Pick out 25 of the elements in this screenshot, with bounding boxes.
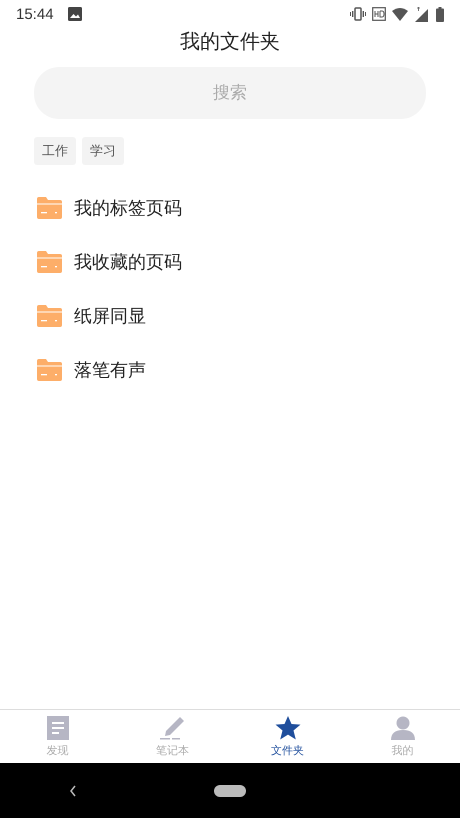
folder-icon — [37, 197, 62, 219]
search-field[interactable]: 搜索 — [34, 67, 426, 119]
folder-name[interactable]: 落笔有声 — [74, 358, 146, 382]
folder-icon — [37, 251, 62, 273]
back-icon[interactable] — [68, 784, 77, 796]
tab-item[interactable]: 文件夹 — [230, 710, 345, 763]
image-icon — [68, 7, 82, 21]
folder-name[interactable]: 我收藏的页码 — [74, 250, 182, 274]
folder-icon — [37, 305, 62, 327]
person-icon — [390, 716, 414, 740]
tag-chip[interactable]: 学习 — [82, 137, 124, 165]
document-icon — [46, 716, 68, 740]
hd-icon — [372, 7, 386, 21]
home-button[interactable] — [214, 784, 246, 796]
status-time: 15:44 — [16, 6, 54, 22]
page-title: 我的文件夹 — [179, 28, 281, 55]
battery-icon — [436, 6, 444, 22]
folder-name[interactable]: 我的标签页码 — [74, 196, 182, 220]
wifi-icon — [392, 8, 408, 20]
folder-icon — [37, 359, 62, 381]
tag-chip[interactable]: 工作 — [34, 137, 76, 165]
star-icon — [274, 716, 300, 740]
folder-name[interactable]: 纸屏同显 — [74, 304, 146, 328]
vibrate-icon — [350, 7, 366, 21]
signal-icon — [414, 6, 430, 22]
